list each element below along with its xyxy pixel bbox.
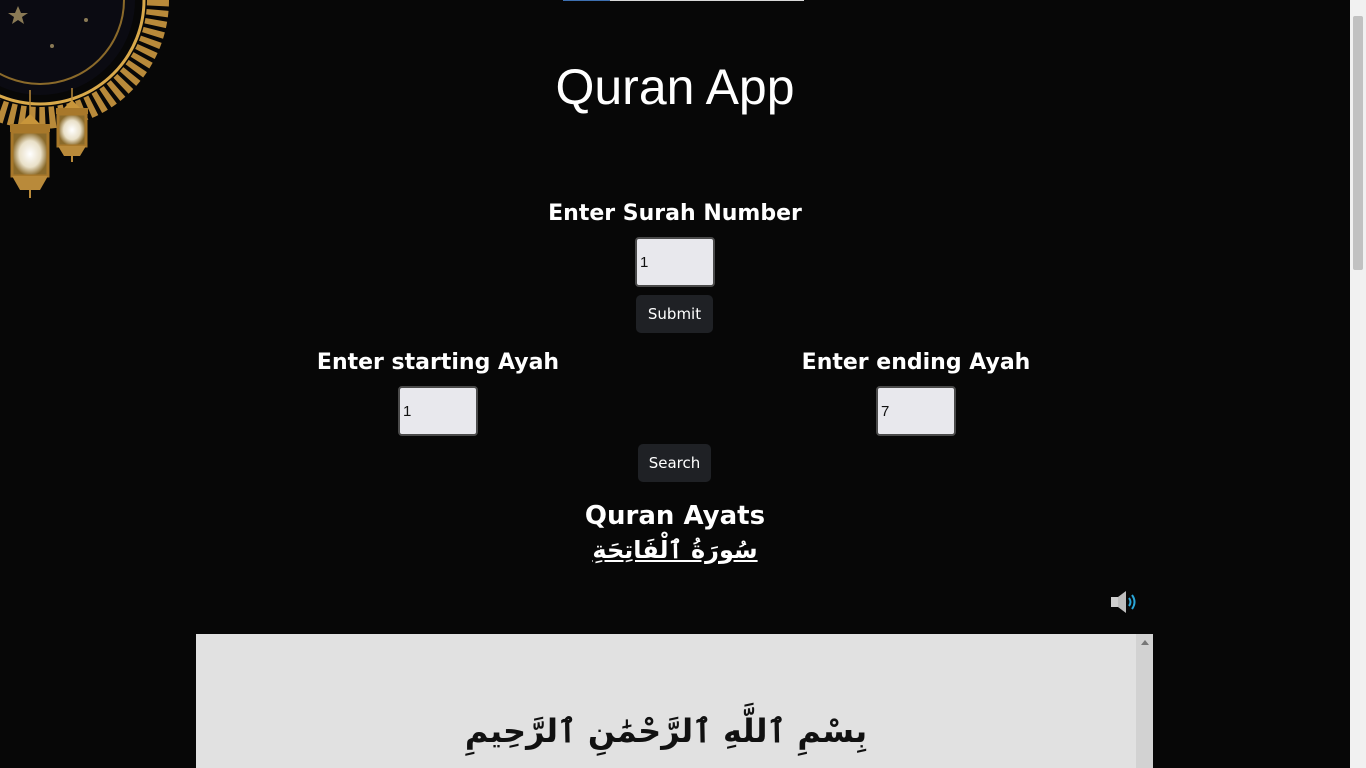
submit-button[interactable]: Submit	[636, 295, 713, 333]
scroll-up-arrow-icon[interactable]	[1141, 640, 1149, 645]
surah-name: سُورَةُ ٱلْفَاتِحَةِ	[592, 536, 758, 564]
ending-ayah-input[interactable]	[876, 386, 956, 436]
starting-ayah-label: Enter starting Ayah	[316, 350, 560, 375]
top-tab-bar	[563, 0, 804, 1]
page-title: Quran App	[555, 59, 795, 115]
results-heading: Quran Ayats	[584, 501, 766, 531]
ending-ayah-label: Enter ending Ayah	[801, 350, 1031, 375]
surah-number-label: Enter Surah Number	[548, 201, 802, 226]
top-tab-accent	[563, 0, 610, 1]
page-scrollbar[interactable]	[1350, 0, 1366, 768]
search-button[interactable]: Search	[638, 444, 711, 482]
speaker-icon[interactable]	[1109, 590, 1139, 614]
surah-number-input[interactable]	[635, 237, 715, 287]
ayat-panel: بِسْمِ ٱللَّهِ ٱلرَّحْمَٰنِ ٱلرَّحِيمِ	[196, 634, 1153, 768]
page-scrollbar-thumb[interactable]	[1353, 16, 1363, 270]
ayah-text: بِسْمِ ٱللَّهِ ٱلرَّحْمَٰنِ ٱلرَّحِيمِ	[464, 712, 868, 750]
ayat-scrollbar[interactable]	[1136, 634, 1153, 768]
starting-ayah-input[interactable]	[398, 386, 478, 436]
